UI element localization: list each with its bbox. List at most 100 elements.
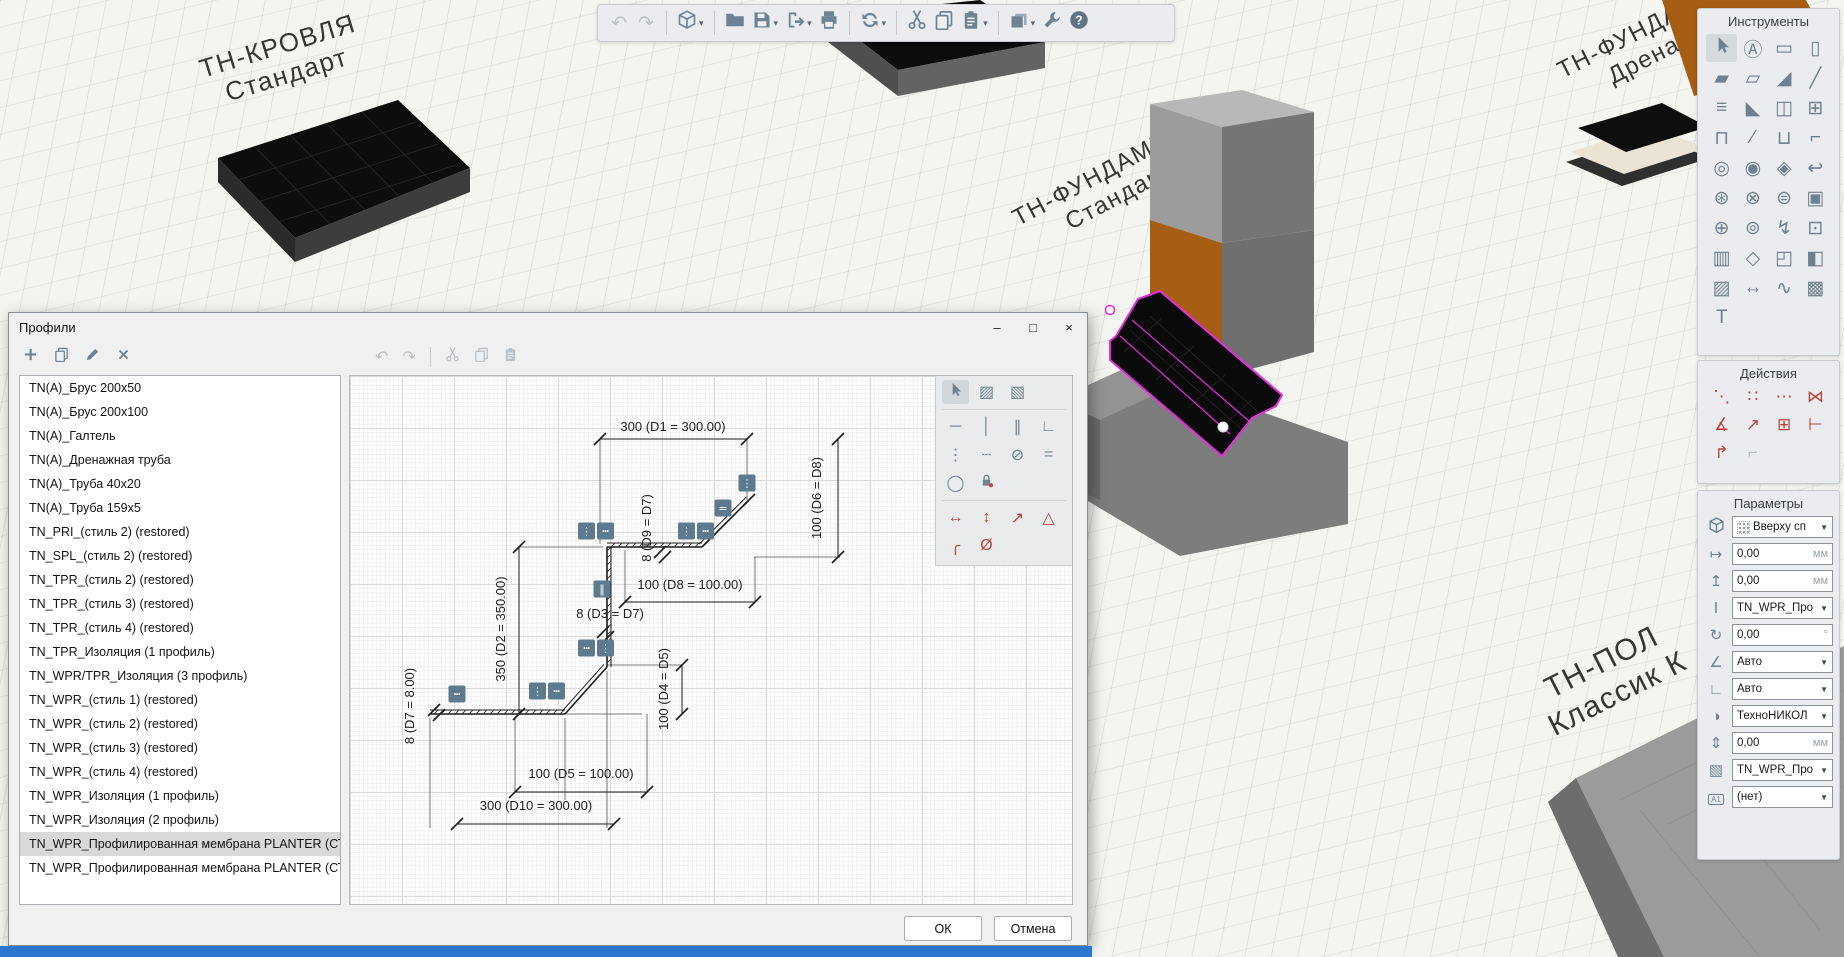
view-cube-button[interactable]: ▾	[674, 9, 707, 37]
sketchtool-concentric-constraint[interactable]: ◯	[942, 471, 969, 495]
open-button[interactable]	[722, 9, 748, 37]
profile-list-item[interactable]: TN(A)_Брус 200x100	[20, 400, 340, 424]
print-button[interactable]	[816, 9, 842, 37]
sketchtool-vertical-dimension[interactable]: ↕	[973, 506, 1000, 530]
tool-table[interactable]: ⊓	[1706, 124, 1737, 152]
dialog-titlebar[interactable]: Профили –□×	[9, 313, 1087, 341]
delete-button[interactable]	[116, 347, 131, 367]
end-cut-select[interactable]: Авто▼	[1732, 678, 1833, 700]
sync-button[interactable]: ▾	[857, 9, 890, 37]
selection-handle-secondary[interactable]	[1106, 306, 1115, 315]
tool-model-object[interactable]: ◇	[1737, 244, 1768, 272]
tool-window[interactable]: ⊞	[1800, 94, 1831, 122]
tool-line[interactable]: ∕	[1737, 124, 1768, 152]
constraint-badge[interactable]: ∥	[594, 581, 611, 598]
sketchtool-equal-constraint[interactable]: =	[1035, 443, 1062, 467]
copy-button[interactable]	[931, 9, 957, 37]
settings-button[interactable]	[1039, 9, 1065, 37]
profile-list-item[interactable]: TN_WPR_Изоляция (1 профиль)	[20, 784, 340, 808]
profile-list-item[interactable]: TN_TPR_(стиль 4) (restored)	[20, 616, 340, 640]
paste-button[interactable]	[503, 347, 518, 367]
tool-fan[interactable]: ⊗	[1737, 184, 1768, 212]
tool-pipe-connector[interactable]: ⊜	[1769, 184, 1800, 212]
profile-list-item[interactable]: TN(A)_Дренажная труба	[20, 448, 340, 472]
tool-stairs[interactable]: ≡	[1706, 94, 1737, 122]
help-button[interactable]: ?	[1066, 9, 1092, 37]
tool-select[interactable]	[1706, 34, 1737, 62]
sketchtool-angular-dimension[interactable]: △	[1035, 506, 1062, 530]
action-linear-array[interactable]: ⋯	[1769, 386, 1800, 408]
chevron-down-icon[interactable]: ▼	[1820, 604, 1828, 613]
action-array[interactable]: ∷	[1737, 386, 1768, 408]
tool-section-view[interactable]: ◧	[1800, 244, 1831, 272]
tool-curve[interactable]: ∿	[1769, 274, 1800, 302]
profile-list-item[interactable]: TN(A)_Брус 200x50	[20, 376, 340, 400]
chevron-down-icon[interactable]: ▼	[1820, 712, 1828, 721]
tool-dimension-tool[interactable]: ↔	[1737, 274, 1768, 302]
sketchtool-parallel-constraint[interactable]: ∥	[1004, 415, 1031, 439]
chevron-down-icon[interactable]: ▾	[983, 18, 988, 29]
tool-text-tool[interactable]: T	[1706, 304, 1737, 332]
profile-list-item[interactable]: TN_WPR_(стиль 1) (restored)	[20, 688, 340, 712]
rotation-angle-input[interactable]: 0,00°	[1732, 624, 1833, 646]
tool-drawing-view[interactable]: ◰	[1769, 244, 1800, 272]
tool-equipment[interactable]: ⊕	[1706, 214, 1737, 242]
tool-toilet[interactable]: ◎	[1706, 154, 1737, 182]
chevron-down-icon[interactable]: ▾	[882, 18, 887, 29]
action-move-points[interactable]: ⋱	[1706, 386, 1737, 408]
sketchtool-select[interactable]	[942, 380, 969, 404]
tool-duct-connector[interactable]: ▣	[1800, 184, 1831, 212]
sketchtool-horizontal-dimension[interactable]: ↔	[942, 506, 969, 530]
undo-button[interactable]: ↶	[606, 9, 632, 37]
sketchtool-perpendicular-constraint[interactable]: ∟	[1035, 415, 1062, 439]
constraint-badge[interactable]: ┅⋮	[578, 640, 614, 657]
close-button[interactable]: ×	[1051, 314, 1087, 341]
sketchtool-radius-dimension[interactable]: ╭	[942, 534, 969, 558]
tool-column[interactable]: ▯	[1800, 34, 1831, 62]
profile-list-item[interactable]: TN_WPR_(стиль 2) (restored)	[20, 712, 340, 736]
offset-vertical-input[interactable]: 0,00мм	[1732, 570, 1833, 592]
profile-list-item[interactable]: TN_WPR/TPR_Изоляция (3 профиль)	[20, 664, 340, 688]
maximize-button[interactable]: □	[1015, 314, 1051, 341]
taskbar-strip[interactable]	[0, 946, 1092, 957]
sketchtool-region-contour[interactable]: ▧	[1004, 380, 1031, 404]
chevron-down-icon[interactable]: ▾	[807, 18, 812, 29]
tool-duct-elbow[interactable]: ⌐	[1800, 124, 1831, 152]
chevron-down-icon[interactable]: ▼	[1820, 766, 1828, 775]
profile-list-item[interactable]: TN_SPL_(стиль 2) (restored)	[20, 544, 340, 568]
mark-select[interactable]: (нет)▼	[1732, 786, 1833, 808]
action-copy[interactable]: ⊞	[1769, 414, 1800, 436]
paste-button[interactable]: ▾	[958, 9, 991, 37]
cut-button[interactable]	[445, 347, 460, 367]
constraint-badge[interactable]: ⋮┅	[529, 683, 565, 700]
constraint-badge[interactable]: =	[715, 500, 732, 517]
tool-fitting[interactable]: ◈	[1769, 154, 1800, 182]
profile-list-item[interactable]: TN_WPR_(стиль 3) (restored)	[20, 736, 340, 760]
constraint-badge[interactable]: ⋮┅	[678, 523, 714, 540]
action-offset[interactable]: ⌐	[1737, 442, 1768, 464]
profile-list-item[interactable]: TN_WPR_Профилированная мембрана PLANTER …	[20, 832, 340, 856]
start-cut-select[interactable]: Авто▼	[1732, 651, 1833, 673]
profile-list-item[interactable]: TN_WPR_(стиль 4) (restored)	[20, 760, 340, 784]
action-mirror[interactable]: ⋈	[1800, 386, 1831, 408]
chevron-down-icon[interactable]: ▼	[1820, 685, 1828, 694]
profile-list-item[interactable]: TN_TPR_Изоляция (1 профиль)	[20, 640, 340, 664]
chevron-down-icon[interactable]: ▼	[1820, 523, 1828, 532]
export-button[interactable]: ▾	[782, 9, 815, 37]
add-button[interactable]	[23, 347, 38, 367]
sketchtool-region[interactable]: ▨	[973, 380, 1000, 404]
hatch-style-select[interactable]: TN_WPR_Про▼	[1732, 759, 1833, 781]
undo-button[interactable]: ↶	[375, 347, 388, 367]
profile-list-item[interactable]: TN_TPR_(стиль 2) (restored)	[20, 568, 340, 592]
constraint-badge[interactable]: ┅	[449, 686, 466, 703]
chevron-down-icon[interactable]: ▼	[1820, 793, 1828, 802]
cut-button[interactable]	[904, 9, 930, 37]
profile-list-item[interactable]: TN_PRI_(стиль 2) (restored)	[20, 520, 340, 544]
sketchtool-tangent-constraint[interactable]: ⊘	[1004, 443, 1031, 467]
tool-floor[interactable]: ▰	[1706, 64, 1737, 92]
tool-lamp[interactable]: ⊚	[1737, 214, 1768, 242]
profile-list-item[interactable]: TN(A)_Труба 159x5	[20, 496, 340, 520]
duplicate-button[interactable]	[54, 347, 69, 367]
tool-floor-opening[interactable]: ▱	[1737, 64, 1768, 92]
sketchtool-fix-constraint[interactable]	[973, 471, 1000, 495]
